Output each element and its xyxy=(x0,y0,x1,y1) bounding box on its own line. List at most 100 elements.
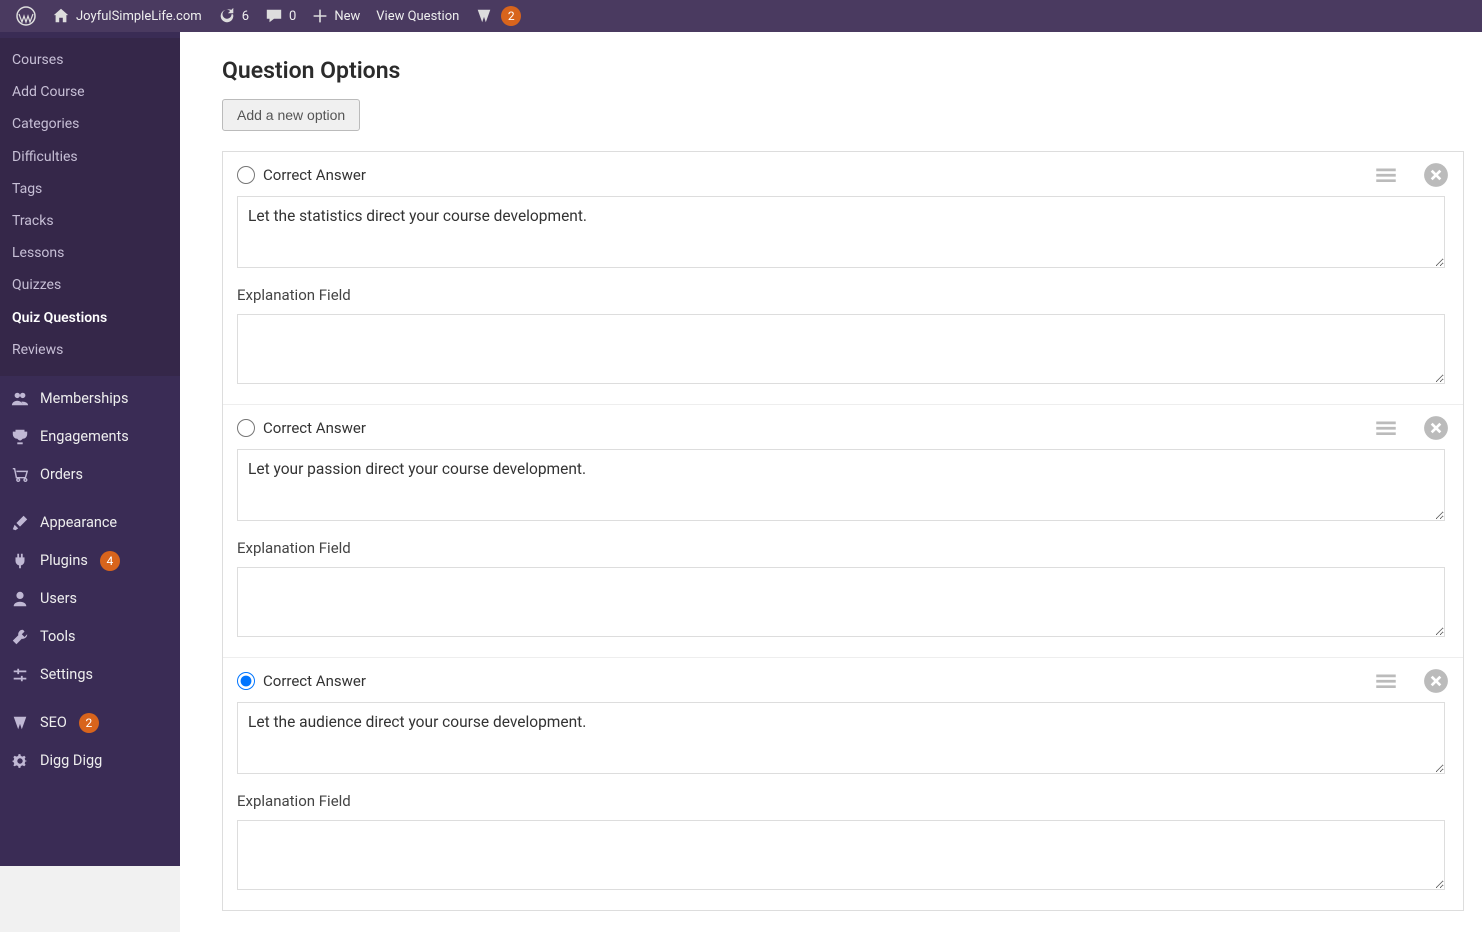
explanation-label: Explanation Field xyxy=(237,539,1445,557)
page-heading: Question Options xyxy=(222,57,1482,84)
correct-answer-label: Correct Answer xyxy=(263,672,366,690)
explanation-label: Explanation Field xyxy=(237,792,1445,810)
yoast-icon xyxy=(475,7,493,25)
sidebar-item-label: Engagements xyxy=(40,428,129,445)
correct-answer-radio[interactable] xyxy=(237,672,255,690)
option-header: Correct Answer xyxy=(237,166,1445,184)
sidebar-item-label: Users xyxy=(40,590,77,607)
sidebar-subitem[interactable]: Categories xyxy=(0,108,180,140)
sidebar-item[interactable]: Engagements xyxy=(0,418,180,456)
correct-answer-label: Correct Answer xyxy=(263,419,366,437)
plug-icon xyxy=(10,551,30,571)
explanation-input[interactable] xyxy=(237,314,1445,384)
sidebar-item[interactable]: Settings xyxy=(0,656,180,694)
sidebar-subitem[interactable]: Add Course xyxy=(0,76,180,108)
wordpress-icon xyxy=(16,6,36,26)
option-actions xyxy=(1373,668,1449,698)
new-content-link[interactable]: New xyxy=(304,0,368,32)
wrench-icon xyxy=(10,627,30,647)
sidebar-item-label: Orders xyxy=(40,466,83,483)
comment-icon xyxy=(265,7,283,25)
refresh-icon xyxy=(218,7,236,25)
site-name-text: JoyfulSimpleLife.com xyxy=(76,9,202,24)
correct-answer-label: Correct Answer xyxy=(263,166,366,184)
drag-handle-icon[interactable] xyxy=(1373,162,1399,192)
wordpress-logo[interactable] xyxy=(8,0,44,32)
user-icon xyxy=(10,589,30,609)
option-header: Correct Answer xyxy=(237,419,1445,437)
option-text-input[interactable] xyxy=(237,196,1445,268)
updates-count: 6 xyxy=(242,9,249,24)
option-text-input[interactable] xyxy=(237,702,1445,774)
sidebar-subitem[interactable]: Reviews xyxy=(0,334,180,366)
add-option-button[interactable]: Add a new option xyxy=(222,99,360,131)
answer-option: Correct Answer Explanation Field xyxy=(223,405,1463,658)
yoast-icon xyxy=(10,713,30,733)
sidebar-separator xyxy=(0,494,180,504)
drag-handle-icon[interactable] xyxy=(1373,415,1399,445)
options-panel: Correct AnswerExplanation FieldCorrect A… xyxy=(222,151,1464,911)
option-actions xyxy=(1373,415,1449,445)
sidebar-subitem[interactable]: Quiz Questions xyxy=(0,302,180,334)
admin-sidebar: CoursesAdd CourseCategoriesDifficultiesT… xyxy=(0,32,180,866)
sidebar-item[interactable]: Tools xyxy=(0,618,180,656)
sliders-icon xyxy=(10,665,30,685)
sidebar-item-label: Digg Digg xyxy=(40,752,102,769)
explanation-label: Explanation Field xyxy=(237,286,1445,304)
drag-handle-icon[interactable] xyxy=(1373,668,1399,698)
option-text-input[interactable] xyxy=(237,449,1445,521)
delete-option-icon[interactable] xyxy=(1423,162,1449,192)
sidebar-item[interactable]: Plugins 4 xyxy=(0,542,180,580)
correct-answer-radio[interactable] xyxy=(237,419,255,437)
comments-link[interactable]: 0 xyxy=(257,0,304,32)
update-badge: 4 xyxy=(100,551,120,571)
sidebar-subitem[interactable]: Tracks xyxy=(0,205,180,237)
sidebar-menu: Memberships Engagements Orders Appearance Pl… xyxy=(0,380,180,780)
delete-option-icon[interactable] xyxy=(1423,668,1449,698)
comments-count: 0 xyxy=(289,9,296,24)
sidebar-item[interactable]: Orders xyxy=(0,456,180,494)
yoast-menu[interactable]: 2 xyxy=(467,0,529,32)
view-question-link[interactable]: View Question xyxy=(368,0,467,32)
site-name-link[interactable]: JoyfulSimpleLife.com xyxy=(44,0,210,32)
option-header: Correct Answer xyxy=(237,672,1445,690)
sidebar-subitem[interactable]: Courses xyxy=(0,44,180,76)
admin-toolbar: JoyfulSimpleLife.com 6 0 New View Questi… xyxy=(0,0,1482,32)
sidebar-item-label: SEO xyxy=(40,714,67,731)
sidebar-item-label: Settings xyxy=(40,666,93,683)
sidebar-submenu: CoursesAdd CourseCategoriesDifficultiesT… xyxy=(0,38,180,376)
sidebar-item[interactable]: Digg Digg xyxy=(0,742,180,780)
users-icon xyxy=(10,389,30,409)
sidebar-item-label: Tools xyxy=(40,628,76,645)
sidebar-subitem[interactable]: Lessons xyxy=(0,237,180,269)
explanation-input[interactable] xyxy=(237,567,1445,637)
sidebar-item[interactable]: Users xyxy=(0,580,180,618)
cart-icon xyxy=(10,465,30,485)
correct-answer-radio[interactable] xyxy=(237,166,255,184)
option-actions xyxy=(1373,162,1449,192)
delete-option-icon[interactable] xyxy=(1423,415,1449,445)
brush-icon xyxy=(10,513,30,533)
yoast-badge: 2 xyxy=(501,6,521,26)
answer-option: Correct Answer Explanation Field xyxy=(223,658,1463,910)
sidebar-separator xyxy=(0,694,180,704)
sidebar-item[interactable]: SEO 2 xyxy=(0,704,180,742)
sidebar-item[interactable]: Memberships xyxy=(0,380,180,418)
gear-icon xyxy=(10,751,30,771)
new-label: New xyxy=(334,9,360,24)
answer-option: Correct Answer Explanation Field xyxy=(223,152,1463,405)
sidebar-item-label: Memberships xyxy=(40,390,128,407)
sidebar-subitem[interactable]: Tags xyxy=(0,173,180,205)
trophy-icon xyxy=(10,427,30,447)
sidebar-item[interactable]: Appearance xyxy=(0,504,180,542)
updates-link[interactable]: 6 xyxy=(210,0,257,32)
plus-icon xyxy=(312,8,328,24)
sidebar-subitem[interactable]: Quizzes xyxy=(0,269,180,301)
home-icon xyxy=(52,7,70,25)
update-badge: 2 xyxy=(79,713,99,733)
explanation-input[interactable] xyxy=(237,820,1445,890)
sidebar-item-label: Appearance xyxy=(40,514,117,531)
sidebar-subitem[interactable]: Difficulties xyxy=(0,141,180,173)
main-content: Question Options Add a new option Correc… xyxy=(180,32,1482,932)
sidebar-item-label: Plugins xyxy=(40,552,88,569)
